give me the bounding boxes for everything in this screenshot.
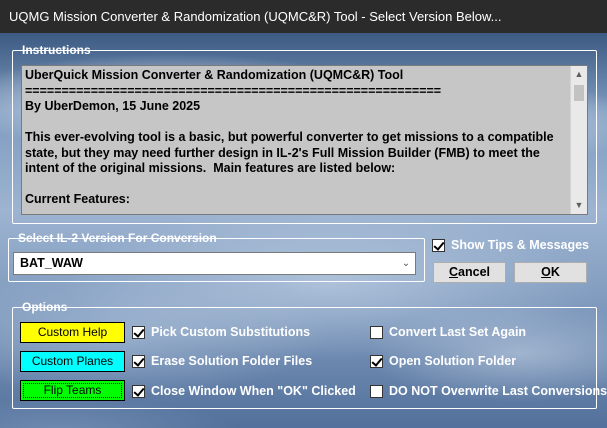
show-tips-box[interactable] <box>432 238 445 252</box>
erase-solution-folder-label: Erase Solution Folder Files <box>151 354 313 368</box>
custom-planes-label: Custom Planes <box>31 354 114 368</box>
check-icon <box>133 354 145 367</box>
pick-custom-substitutions-label: Pick Custom Substitutions <box>151 325 311 339</box>
flip-teams-label: Flip Teams <box>43 383 102 397</box>
close-window-box[interactable] <box>132 384 145 398</box>
erase-solution-folder-box[interactable] <box>132 354 145 368</box>
convert-last-set-label: Convert Last Set Again <box>389 325 527 339</box>
cancel-label: ancel <box>458 265 490 279</box>
open-solution-folder-checkbox[interactable]: Open Solution Folder <box>370 354 516 368</box>
chevron-down-icon[interactable]: ⌄ <box>399 253 413 274</box>
options-legend: Options <box>22 300 68 314</box>
close-window-label: Close Window When "OK" Clicked <box>151 384 356 398</box>
ok-accelerator: O <box>541 265 551 279</box>
check-icon <box>133 325 145 338</box>
version-dropdown[interactable]: BAT_WAW ⌄ <box>13 252 416 275</box>
do-not-overwrite-checkbox[interactable]: DO NOT Overwrite Last Conversions <box>370 384 607 398</box>
check-icon <box>133 384 145 397</box>
scroll-thumb[interactable] <box>574 85 584 101</box>
convert-last-set-checkbox[interactable]: Convert Last Set Again <box>370 325 526 339</box>
show-tips-label: Show Tips & Messages <box>451 238 590 252</box>
instructions-textbox[interactable]: UberQuick Mission Converter & Randomizat… <box>21 65 588 215</box>
custom-help-button[interactable]: Custom Help <box>20 322 125 343</box>
ok-button[interactable]: OK <box>514 262 587 283</box>
check-icon <box>433 238 445 251</box>
pick-custom-substitutions-checkbox[interactable]: Pick Custom Substitutions <box>132 325 310 339</box>
scroll-up-icon[interactable]: ▲ <box>571 66 587 83</box>
check-icon <box>371 354 383 367</box>
title-bar[interactable]: UQMG Mission Converter & Randomization (… <box>0 0 607 33</box>
show-tips-checkbox[interactable]: Show Tips & Messages <box>432 238 589 252</box>
main-window: UQMG Mission Converter & Randomization (… <box>0 0 607 428</box>
instructions-legend: Instructions <box>22 43 91 57</box>
instructions-text: UberQuick Mission Converter & Randomizat… <box>25 68 554 212</box>
do-not-overwrite-box[interactable] <box>370 384 383 398</box>
version-select-legend: Select IL-2 Version For Conversion <box>18 231 217 245</box>
erase-solution-folder-checkbox[interactable]: Erase Solution Folder Files <box>132 354 312 368</box>
do-not-overwrite-label: DO NOT Overwrite Last Conversions <box>389 384 607 398</box>
ok-label: K <box>550 265 560 279</box>
window-title: UQMG Mission Converter & Randomization (… <box>9 9 502 24</box>
pick-custom-substitutions-box[interactable] <box>132 325 145 339</box>
custom-planes-button[interactable]: Custom Planes <box>20 351 125 372</box>
close-window-checkbox[interactable]: Close Window When "OK" Clicked <box>132 384 356 398</box>
version-dropdown-value: BAT_WAW <box>20 256 83 270</box>
flip-teams-button[interactable]: Flip Teams <box>20 380 125 401</box>
instructions-scrollbar[interactable]: ▲ ▼ <box>570 66 587 214</box>
convert-last-set-box[interactable] <box>370 325 383 339</box>
scroll-down-icon[interactable]: ▼ <box>571 197 587 214</box>
cancel-button[interactable]: Cancel <box>433 262 506 283</box>
custom-help-label: Custom Help <box>37 325 108 339</box>
open-solution-folder-box[interactable] <box>370 354 383 368</box>
open-solution-folder-label: Open Solution Folder <box>389 354 517 368</box>
cancel-accelerator: C <box>449 265 459 279</box>
